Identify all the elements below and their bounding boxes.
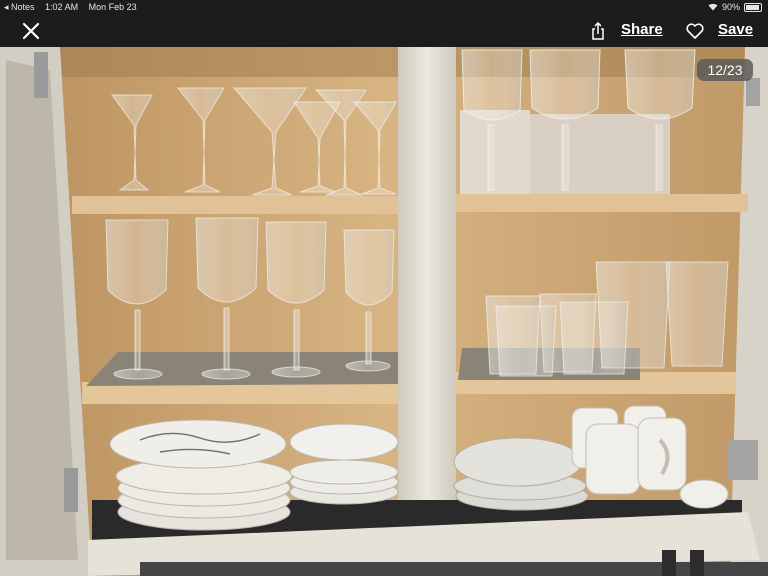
close-icon[interactable] xyxy=(20,20,42,42)
wifi-icon xyxy=(708,3,718,11)
top-right-glassware xyxy=(460,49,696,194)
upper-shelf xyxy=(72,196,398,214)
right-hinge-bottom xyxy=(728,440,758,480)
status-bar-right: 90% xyxy=(708,0,762,14)
share-button[interactable]: Share xyxy=(621,21,663,38)
cabinet-photo xyxy=(0,47,768,576)
status-bar-left: ◂ Notes 1:02 AM Mon Feb 23 xyxy=(4,0,145,14)
counter-appliance-left xyxy=(662,550,676,576)
battery-percent: 90% xyxy=(721,2,740,12)
left-hinge-bottom xyxy=(64,468,78,512)
marble-plate-stack xyxy=(109,419,293,531)
left-hinge-top xyxy=(34,52,48,98)
heart-icon[interactable] xyxy=(686,23,704,39)
right-hinge-top xyxy=(746,78,760,106)
status-time: 1:02 AM xyxy=(45,2,79,12)
status-bar: ◂ Notes 1:02 AM Mon Feb 23 90% xyxy=(0,0,768,14)
white-plate-stack xyxy=(289,423,399,505)
center-stile xyxy=(398,47,456,547)
right-plate-stack xyxy=(453,437,589,511)
cabinet-illustration xyxy=(0,47,768,576)
back-to-notes[interactable]: ◂ Notes xyxy=(4,2,35,12)
share-icon[interactable] xyxy=(589,22,607,40)
image-counter: 12/23 xyxy=(697,59,753,81)
status-date: Mon Feb 23 xyxy=(88,2,137,12)
upper-shelf-right xyxy=(456,194,748,212)
counter-appliance-right xyxy=(690,550,704,576)
save-button[interactable]: Save xyxy=(718,21,753,38)
battery-level xyxy=(746,4,759,10)
battery-icon xyxy=(744,2,762,12)
photo-viewer-toolbar: Share Save xyxy=(0,14,768,47)
